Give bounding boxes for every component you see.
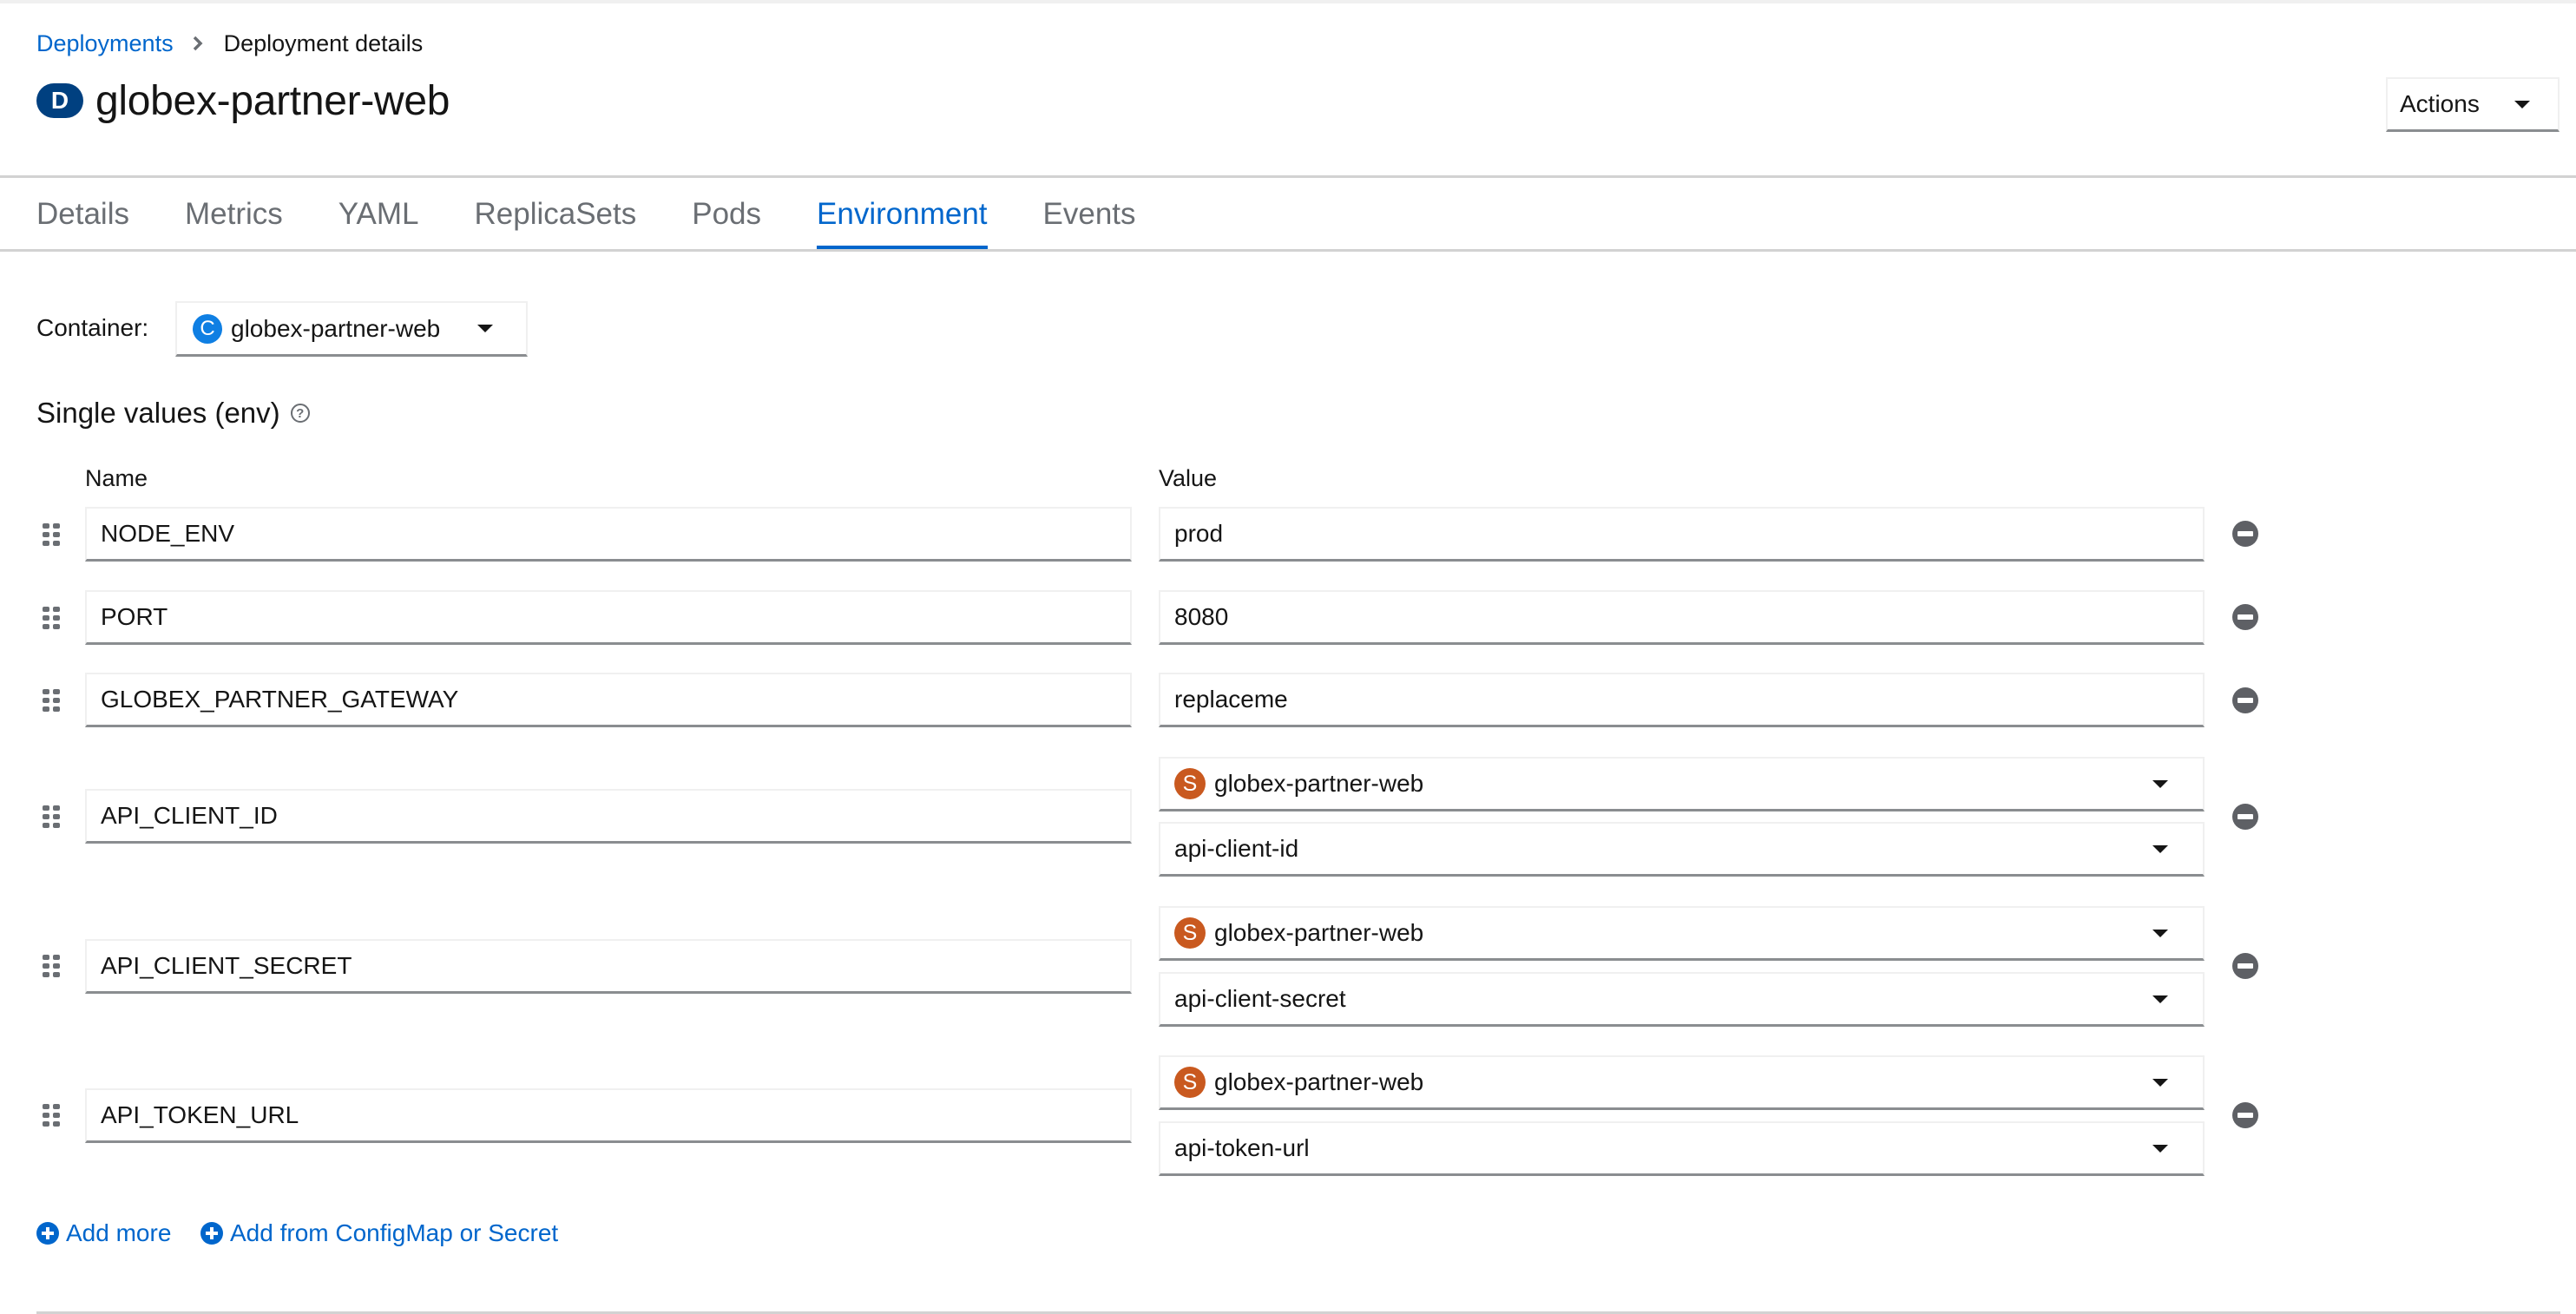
value-column-header: Value — [1159, 465, 1218, 491]
question-circle-icon[interactable]: ? — [290, 404, 310, 423]
container-label: Container: — [36, 314, 149, 341]
add-more-button[interactable]: Add more — [36, 1218, 171, 1249]
drag-handle-icon[interactable] — [43, 689, 60, 712]
container-select[interactable]: C globex-partner-web — [175, 301, 528, 357]
drag-handle-icon[interactable] — [43, 1104, 60, 1127]
drag-handle-icon[interactable] — [43, 523, 60, 546]
chevron-right-icon — [193, 36, 203, 51]
env-name-input[interactable]: API_CLIENT_SECRET — [85, 939, 1132, 994]
tab-bar: Details Metrics YAML ReplicaSets Pods En… — [0, 178, 2576, 250]
section-title-text: Single values (env) — [36, 397, 280, 429]
tab-environment[interactable]: Environment — [817, 178, 989, 250]
env-name-input[interactable]: PORT — [85, 590, 1132, 645]
tab-events[interactable]: Events — [1043, 178, 1136, 250]
page-title: globex-partner-web — [95, 77, 450, 124]
add-from-configmap-label: Add from ConfigMap or Secret — [230, 1219, 559, 1246]
env-value-input[interactable]: prod — [1159, 507, 2205, 562]
remove-row-icon[interactable] — [2232, 953, 2258, 979]
env-value-input[interactable]: 8080 — [1159, 590, 2205, 645]
secret-resource-select[interactable]: S globex-partner-web — [1159, 906, 2205, 961]
drag-handle-icon[interactable] — [43, 607, 60, 629]
drag-handle-icon[interactable] — [43, 805, 60, 828]
caret-down-icon — [2152, 1144, 2168, 1153]
secret-badge-icon: S — [1174, 768, 1206, 799]
deployment-badge-icon: D — [36, 83, 83, 118]
tab-yaml[interactable]: YAML — [338, 178, 419, 250]
secret-key-value: api-token-url — [1174, 1134, 1310, 1161]
remove-row-icon[interactable] — [2232, 687, 2258, 713]
env-name-input[interactable]: NODE_ENV — [85, 507, 1132, 562]
add-more-label: Add more — [66, 1219, 172, 1246]
secret-key-select[interactable]: api-client-secret — [1159, 972, 2205, 1027]
env-name-input[interactable]: GLOBEX_PARTNER_GATEWAY — [85, 673, 1132, 727]
section-title: Single values (env) ? — [36, 397, 310, 430]
secret-key-value: api-client-secret — [1174, 985, 1346, 1012]
secret-resource-value: globex-partner-web — [1214, 770, 1424, 797]
tabs-divider — [0, 249, 2576, 252]
secret-key-value: api-client-id — [1174, 835, 1299, 862]
tab-metrics[interactable]: Metrics — [185, 178, 283, 250]
tab-details[interactable]: Details — [36, 178, 129, 250]
secret-resource-value: globex-partner-web — [1214, 1068, 1424, 1095]
remove-row-icon[interactable] — [2232, 1102, 2258, 1128]
env-name-input[interactable]: API_CLIENT_ID — [85, 789, 1132, 844]
tab-replicasets[interactable]: ReplicaSets — [474, 178, 636, 250]
secret-resource-select[interactable]: S globex-partner-web — [1159, 757, 2205, 811]
drag-handle-icon[interactable] — [43, 955, 60, 977]
env-name-input[interactable]: API_TOKEN_URL — [85, 1088, 1132, 1143]
secret-key-select[interactable]: api-token-url — [1159, 1121, 2205, 1176]
actions-dropdown-button[interactable]: Actions — [2386, 77, 2560, 132]
name-column-header: Name — [85, 465, 148, 491]
secret-key-select[interactable]: api-client-id — [1159, 822, 2205, 877]
caret-down-icon — [2152, 929, 2168, 937]
secret-resource-value: globex-partner-web — [1214, 919, 1424, 946]
caret-down-icon — [2152, 779, 2168, 788]
remove-row-icon[interactable] — [2232, 804, 2258, 830]
caret-down-icon — [2152, 1078, 2168, 1087]
secret-resource-select[interactable]: S globex-partner-web — [1159, 1055, 2205, 1110]
env-value-input[interactable]: replaceme — [1159, 673, 2205, 727]
plus-circle-icon — [36, 1222, 59, 1245]
remove-row-icon[interactable] — [2232, 521, 2258, 547]
breadcrumb-deployments-link[interactable]: Deployments — [36, 30, 174, 57]
caret-down-icon — [2152, 995, 2168, 1003]
breadcrumb-current: Deployment details — [223, 30, 424, 56]
breadcrumb: Deployments Deployment details — [36, 28, 423, 59]
caret-down-icon — [477, 325, 493, 332]
container-badge-icon: C — [193, 313, 222, 344]
caret-down-icon — [2514, 100, 2530, 108]
container-selected-value: globex-partner-web — [231, 314, 441, 342]
tab-pods[interactable]: Pods — [692, 178, 761, 250]
plus-circle-icon — [200, 1222, 223, 1245]
page-title-row: D globex-partner-web — [36, 76, 450, 125]
caret-down-icon — [2152, 844, 2168, 853]
secret-badge-icon: S — [1174, 917, 1206, 949]
top-edge — [0, 0, 2576, 3]
add-from-configmap-button[interactable]: Add from ConfigMap or Secret — [200, 1218, 558, 1249]
remove-row-icon[interactable] — [2232, 604, 2258, 630]
secret-badge-icon: S — [1174, 1067, 1206, 1098]
actions-label: Actions — [2400, 90, 2480, 117]
